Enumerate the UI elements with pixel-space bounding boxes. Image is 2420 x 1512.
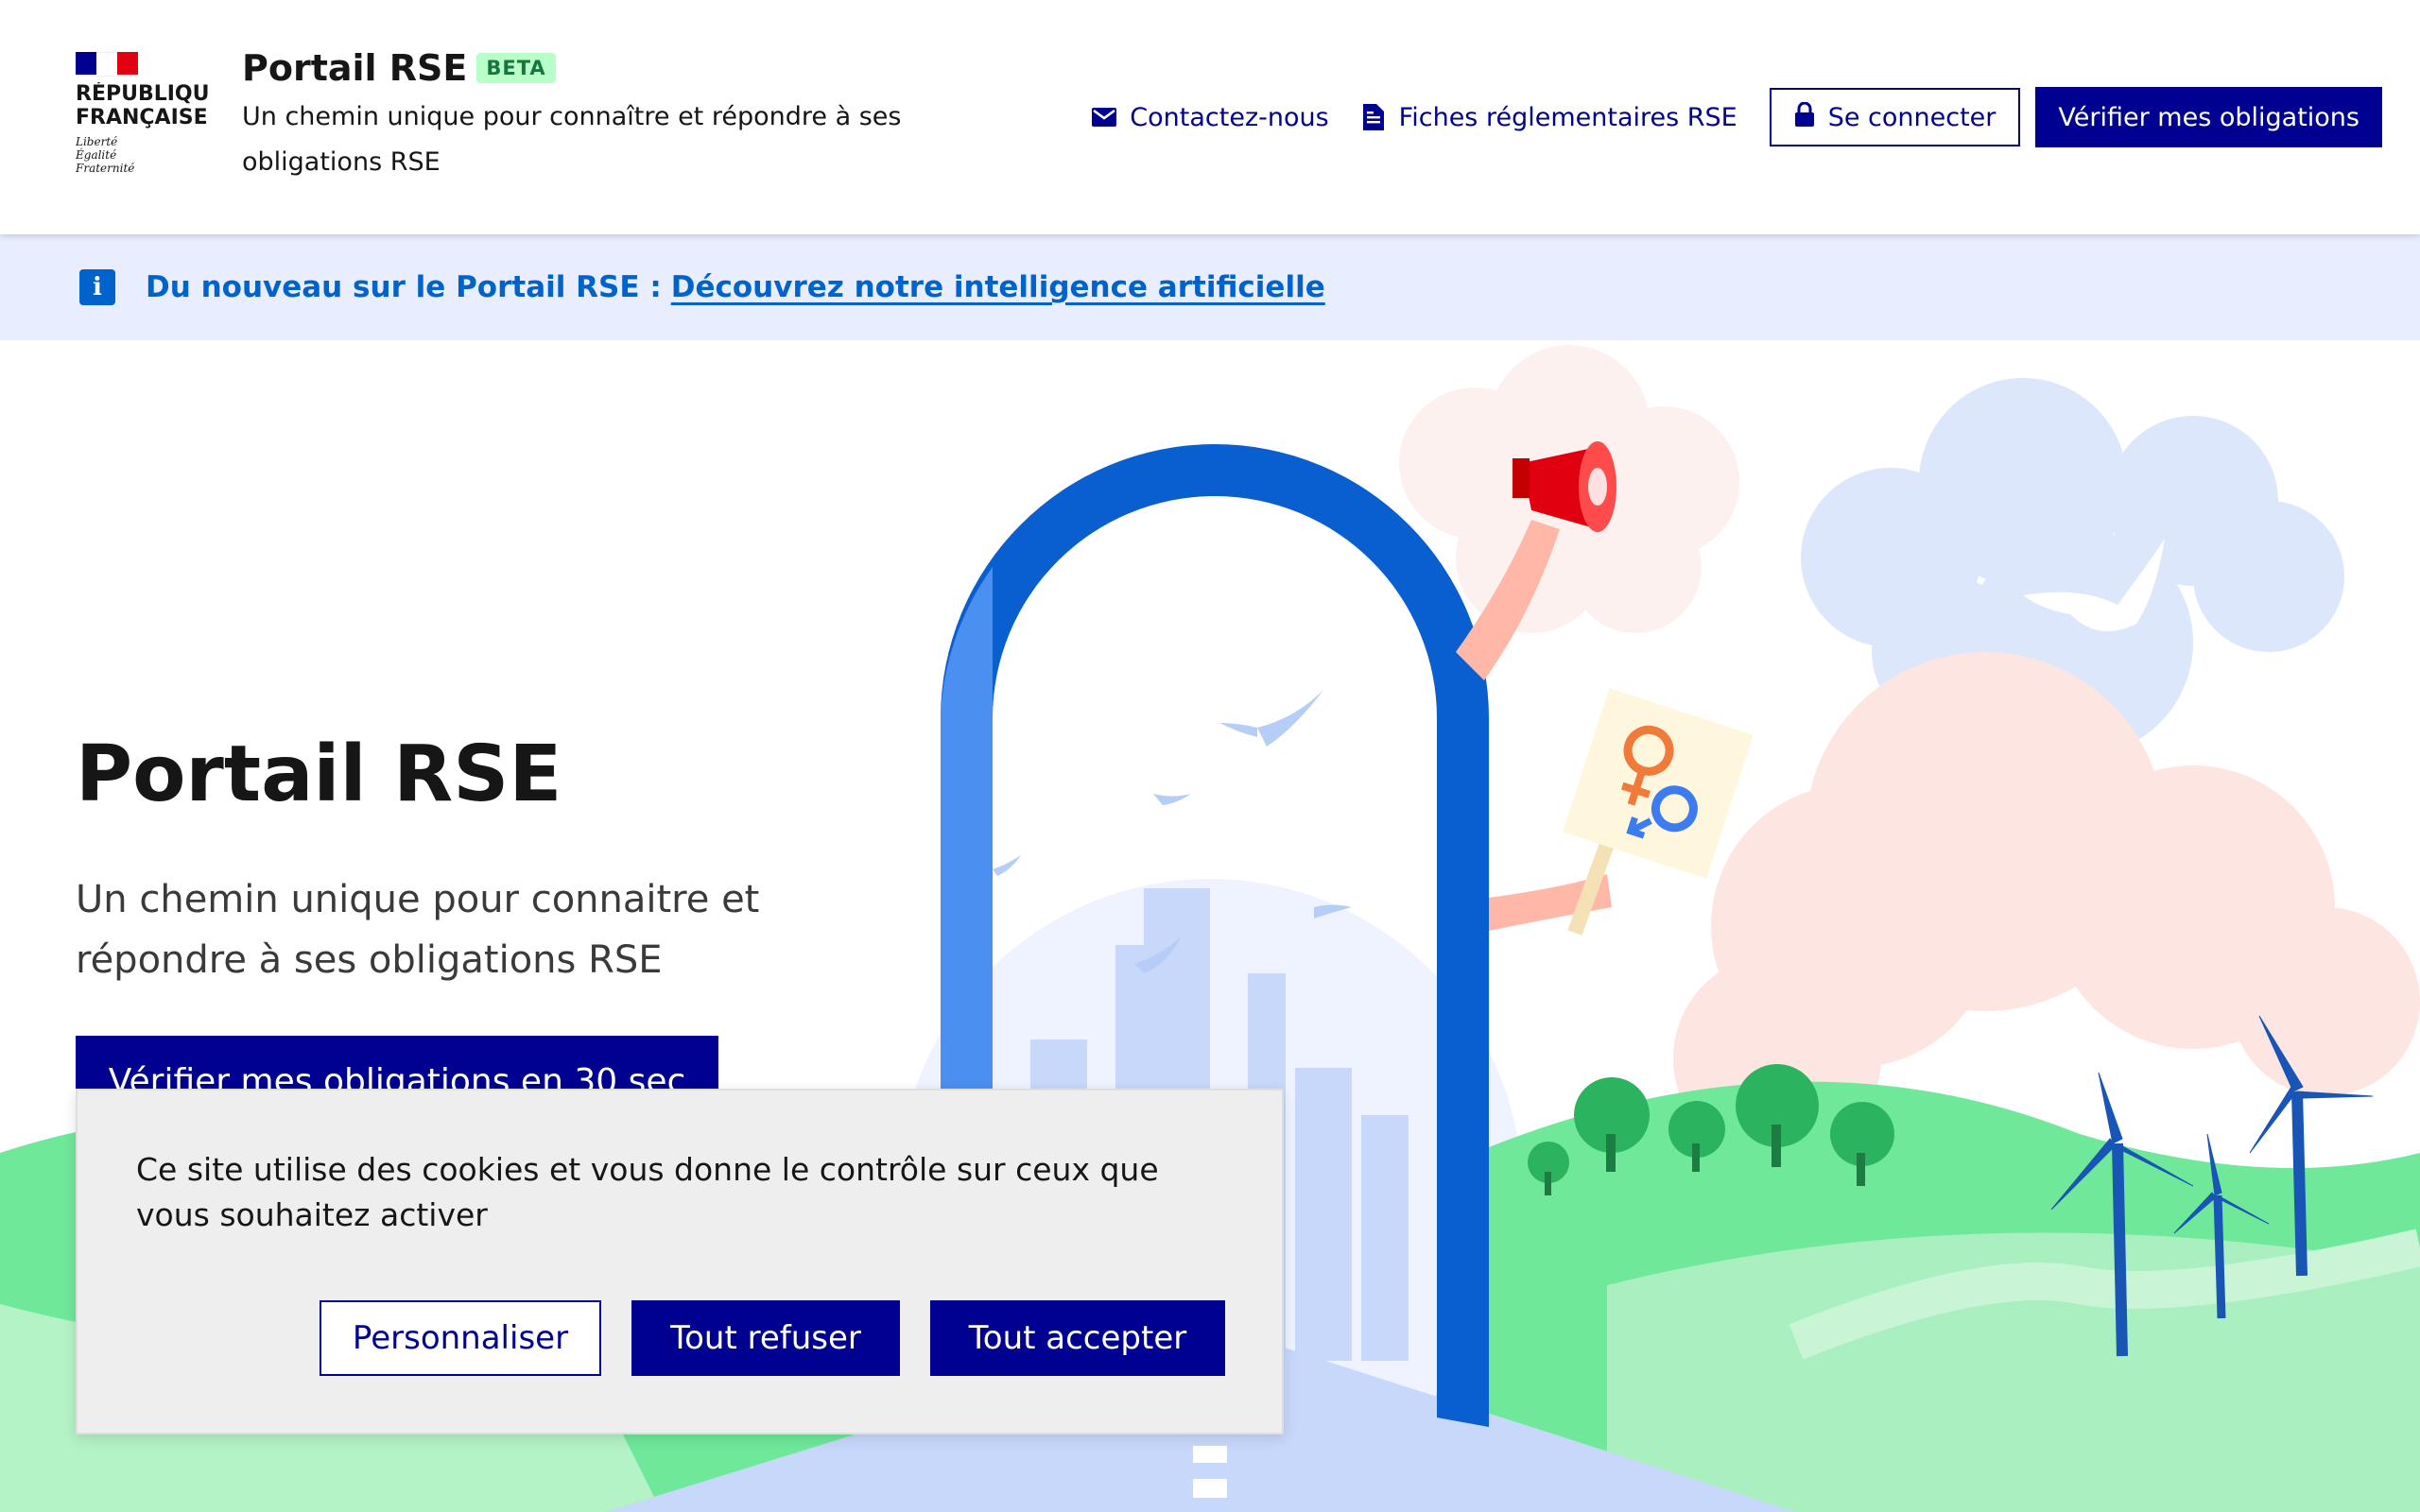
cookie-message: Ce site utilise des cookies et vous donn…: [136, 1151, 1159, 1233]
republic-name: RÉPUBLIQU FRANÇAISE: [76, 82, 210, 129]
cookie-customize-button[interactable]: Personnaliser: [320, 1300, 601, 1376]
mail-icon: [1092, 105, 1117, 129]
service-title[interactable]: Portail RSE: [242, 47, 467, 89]
site-header: RÉPUBLIQU FRANÇAISE Liberté Égalité Frat…: [0, 0, 2420, 234]
cookie-refuse-button[interactable]: Tout refuser: [631, 1300, 900, 1376]
road-marking: [1193, 1446, 1227, 1463]
hero-subtitle: Un chemin unique pour connaitre et répon…: [76, 878, 760, 982]
republique-francaise-logo[interactable]: RÉPUBLIQU FRANÇAISE Liberté Égalité Frat…: [76, 52, 217, 175]
document-icon: [1361, 104, 1386, 130]
notice-ai-link[interactable]: Découvrez notre intelligence artificiell…: [671, 270, 1325, 304]
notice-banner: i Du nouveau sur le Portail RSE : Découv…: [0, 234, 2420, 340]
fiches-label: Fiches réglementaires RSE: [1398, 102, 1737, 132]
service-block: Portail RSE BETA Un chemin unique pour c…: [242, 47, 960, 185]
beta-badge: BETA: [476, 53, 556, 83]
contact-link[interactable]: Contactez-nous: [1092, 102, 1329, 132]
cookie-actions: Personnaliser Tout refuser Tout accepter: [320, 1300, 1225, 1376]
gender-equality-sign-icon: [1563, 688, 1754, 879]
info-icon: i: [79, 269, 115, 305]
french-flag-icon: [76, 52, 138, 77]
header-nav: Contactez-nous Fiches réglementaires RSE…: [1092, 86, 2382, 148]
fiches-link[interactable]: Fiches réglementaires RSE: [1361, 103, 1737, 132]
contact-label: Contactez-nous: [1130, 102, 1329, 132]
service-tagline: Un chemin unique pour connaître et répon…: [242, 102, 902, 177]
road-marking: [1193, 1479, 1227, 1498]
cookie-accept-button[interactable]: Tout accepter: [930, 1300, 1225, 1376]
hero-text-block: Portail RSE Un chemin unique pour connai…: [76, 728, 851, 990]
cookie-consent-banner: Ce site utilise des cookies et vous donn…: [76, 1089, 1284, 1435]
login-label: Se connecter: [1827, 102, 1996, 132]
verify-obligations-button[interactable]: Vérifier mes obligations: [2035, 87, 2382, 147]
notice-text: Du nouveau sur le Portail RSE :: [146, 270, 662, 304]
login-button[interactable]: Se connecter: [1769, 88, 2021, 146]
hero-title: Portail RSE: [76, 730, 562, 819]
lock-icon: [1794, 101, 1815, 133]
republic-devise: Liberté Égalité Fraternité: [76, 135, 135, 175]
